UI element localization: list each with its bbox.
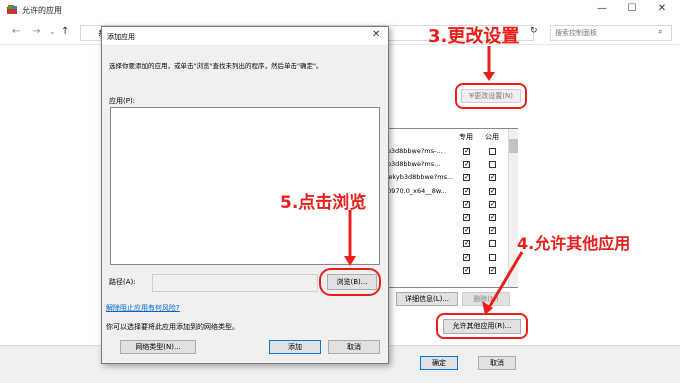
- arrow-step4: [488, 251, 524, 307]
- arrow-step5-head: [344, 256, 356, 266]
- arrow-step3-head: [483, 72, 495, 81]
- annotation-arrows: [344, 46, 524, 315]
